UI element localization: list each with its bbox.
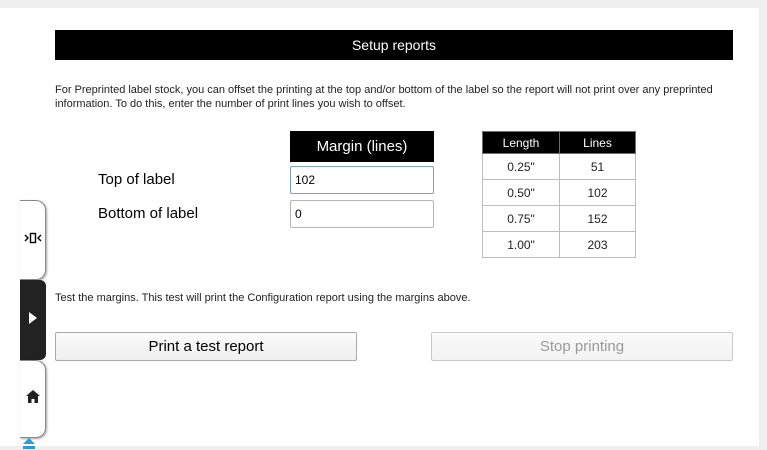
test-description: Test the margins. This test will print t… — [55, 292, 471, 304]
bottom-border — [0, 446, 767, 450]
length-column-header: Length — [482, 131, 560, 154]
page-title: Setup reports — [55, 30, 733, 60]
bottom-of-label-label: Bottom of label — [98, 205, 199, 222]
lines-cell: 203 — [559, 231, 636, 258]
length-cell: 0.50" — [482, 179, 560, 206]
print-test-report-button[interactable]: Print a test report — [55, 332, 357, 361]
length-cell: 1.00" — [482, 231, 560, 258]
play-icon — [28, 311, 38, 330]
table-row: 0.50" 102 — [482, 179, 636, 206]
stop-printing-button[interactable]: Stop printing — [431, 332, 733, 361]
top-margin-input[interactable] — [290, 166, 434, 194]
length-cell: 0.75" — [482, 205, 560, 232]
lines-cell: 51 — [559, 153, 636, 180]
table-row: 0.75" 152 — [482, 205, 636, 232]
length-lines-table: Length Lines 0.25" 51 0.50" 102 0.75" 15… — [482, 131, 636, 258]
right-border — [759, 0, 767, 450]
table-row: 1.00" 203 — [482, 231, 636, 258]
top-border — [0, 0, 767, 8]
scale-tab[interactable] — [20, 200, 46, 280]
home-icon — [25, 389, 41, 409]
lines-cell: 152 — [559, 205, 636, 232]
margin-column-header: Margin (lines) — [290, 131, 434, 162]
table-header-row: Length Lines — [482, 131, 636, 154]
length-cell: 0.25" — [482, 153, 560, 180]
intro-text: For Preprinted label stock, you can offs… — [55, 84, 713, 110]
top-of-label-label: Top of label — [98, 171, 175, 188]
side-navigation — [20, 200, 46, 440]
lines-cell: 102 — [559, 179, 636, 206]
play-tab[interactable] — [20, 280, 46, 360]
lines-column-header: Lines — [559, 131, 636, 154]
scale-icon — [24, 231, 42, 249]
bottom-margin-input[interactable] — [290, 200, 434, 228]
table-row: 0.25" 51 — [482, 153, 636, 180]
eject-icon[interactable] — [22, 437, 36, 450]
home-tab[interactable] — [20, 360, 46, 438]
